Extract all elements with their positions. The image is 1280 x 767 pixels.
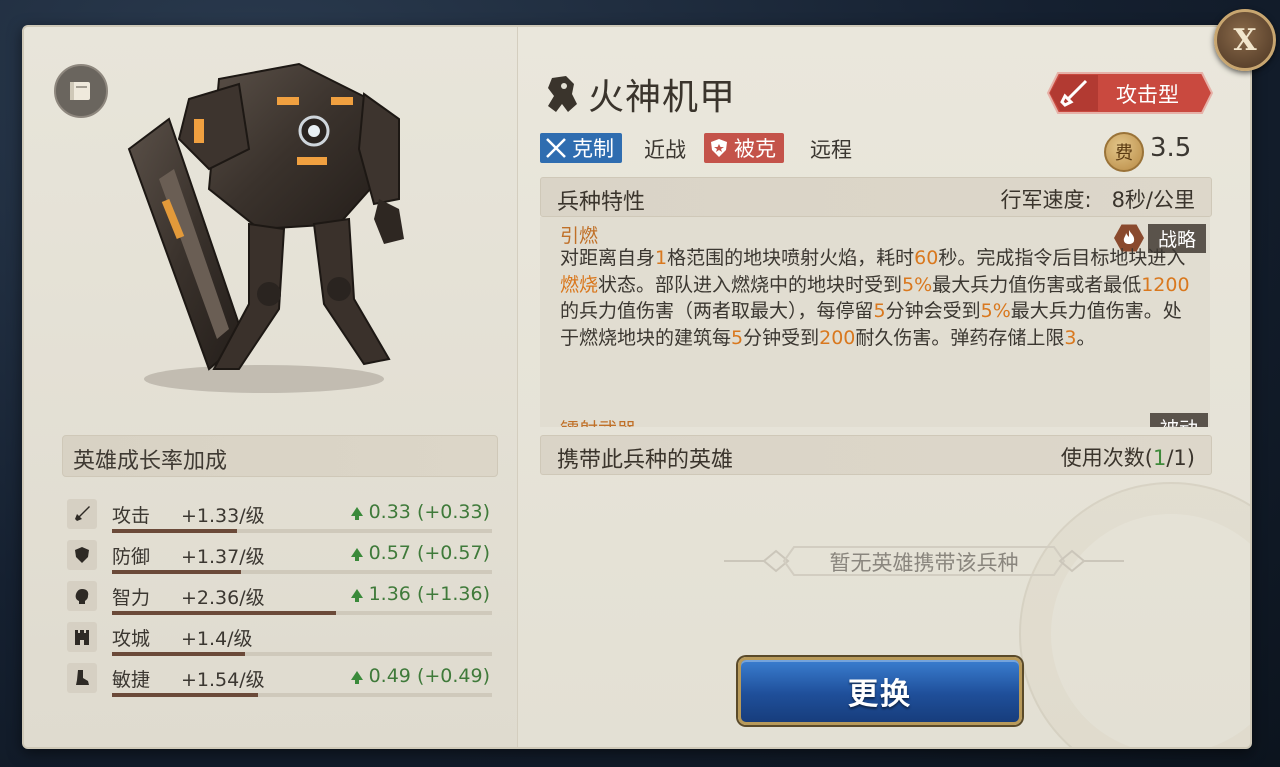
unit-title: 火神机甲	[544, 69, 736, 119]
unit-cost: 3.5	[1150, 133, 1192, 163]
stat-bar-fill	[112, 693, 259, 697]
trait-name: 引燃	[560, 225, 599, 247]
empty-heroes-banner: 暂无英雄携带该兵种	[724, 539, 1124, 583]
counters-tag: 克制	[540, 133, 622, 163]
stat-bar-fill	[112, 529, 238, 533]
arrow-up-icon	[350, 506, 363, 520]
usage-count: 使用次数(1/1)	[1061, 442, 1195, 472]
arrow-up-icon	[350, 670, 363, 684]
march-speed: 行军速度: 8秒/公里	[1000, 184, 1195, 214]
unit-info-panel: 英雄成长率加成 攻击 +1.33/级 0.33 (+0.33) 防御 +1.37…	[22, 25, 1252, 749]
usage-total: /1)	[1166, 446, 1195, 470]
stat-row-defense: 防御 +1.37/级 0.57 (+0.57)	[64, 538, 494, 576]
stat-name: 防御	[112, 546, 151, 568]
mech-head-icon	[548, 76, 577, 112]
shield-icon	[711, 139, 727, 157]
stat-bar-track	[112, 652, 492, 656]
trait-description: 对距离自身1格范围的地块喷射火焰，耗时60秒。完成指令后目标地块进入燃烧状态。部…	[560, 247, 1190, 349]
stat-rate: +1.54/级	[181, 669, 265, 691]
stat-bar-fill	[112, 652, 245, 656]
countered-label: 被克	[734, 137, 776, 161]
stat-rate: +1.37/级	[181, 546, 265, 568]
heroes-header-title: 携带此兵种的英雄	[557, 448, 734, 473]
traits-header: 兵种特性 行军速度: 8秒/公里	[540, 177, 1212, 217]
stat-row-attack: 攻击 +1.33/级 0.33 (+0.33)	[64, 497, 494, 535]
stat-gain: 1.36 (+1.36)	[350, 583, 490, 605]
traits-header-title: 兵种特性	[557, 190, 646, 215]
stat-gain: 0.57 (+0.57)	[350, 542, 490, 564]
arrow-up-icon	[350, 547, 363, 561]
arrow-up-icon	[350, 588, 363, 602]
stat-bar-fill	[112, 611, 337, 615]
growth-header: 英雄成长率加成	[62, 435, 498, 477]
stat-gain-value: 1.36 (+1.36)	[368, 583, 490, 605]
counters-label: 克制	[572, 137, 614, 161]
brain-icon	[67, 581, 97, 611]
usage-used: 1	[1152, 446, 1167, 470]
stat-rate: +1.4/级	[181, 628, 253, 650]
usage-label: 使用次数(	[1060, 446, 1153, 470]
replace-button[interactable]: 更换	[738, 657, 1022, 725]
unit-name: 火神机甲	[588, 77, 737, 118]
castle-icon	[67, 622, 97, 652]
stat-row-siege: 攻城 +1.4/级	[64, 620, 494, 658]
growth-header-title: 英雄成长率加成	[73, 449, 228, 474]
empty-heroes-text: 暂无英雄携带该兵种	[829, 551, 1019, 575]
stat-bar-track	[112, 529, 492, 533]
counters-target: 近战	[644, 138, 686, 162]
countered-by: 远程	[810, 138, 852, 162]
stat-gain: 0.49 (+0.49)	[350, 665, 490, 687]
book-icon	[70, 82, 90, 100]
stat-name: 攻城	[112, 628, 151, 650]
trait-name: 镭射武器	[560, 415, 636, 427]
boot-icon	[67, 663, 97, 693]
stat-gain-value: 0.33 (+0.33)	[368, 501, 490, 523]
stat-bar-track	[112, 693, 492, 697]
stat-name: 攻击	[112, 505, 151, 527]
stat-name: 敏捷	[112, 669, 151, 691]
march-speed-label: 行军速度:	[1000, 188, 1092, 212]
stat-bar-fill	[112, 570, 242, 574]
replace-button-label: 更换	[848, 677, 912, 712]
stat-gain-value: 0.57 (+0.57)	[368, 542, 490, 564]
trait-tag: 被动	[1150, 413, 1209, 427]
stat-rate: +1.33/级	[181, 505, 265, 527]
shield-icon	[67, 540, 97, 570]
sword-icon	[67, 499, 97, 529]
unit-type-label: 攻击型	[1116, 83, 1179, 107]
cost-icon: 费	[1104, 132, 1144, 172]
traits-scroll-area[interactable]: 引燃 战略 对距离自身1格范围的地块喷射火焰，耗时60秒。完成指令后目标地块进入…	[540, 217, 1210, 427]
march-speed-value: 8秒/公里	[1111, 188, 1195, 212]
stat-gain: 0.33 (+0.33)	[350, 501, 490, 523]
mech-illustration	[127, 62, 404, 393]
stat-gain-value: 0.49 (+0.49)	[368, 665, 490, 687]
crossed-swords-icon	[546, 138, 566, 158]
stat-bar-track	[112, 570, 492, 574]
heroes-header: 携带此兵种的英雄 使用次数(1/1)	[540, 435, 1212, 475]
stat-row-agility: 敏捷 +1.54/级 0.49 (+0.49)	[64, 661, 494, 699]
left-column: 英雄成长率加成 攻击 +1.33/级 0.33 (+0.33) 防御 +1.37…	[24, 27, 518, 747]
stat-rate: +2.36/级	[181, 587, 265, 609]
stat-row-intelligence: 智力 +2.36/级 1.36 (+1.36)	[64, 579, 494, 617]
close-button[interactable]: X	[1214, 9, 1276, 71]
stat-bar-track	[112, 611, 492, 615]
countered-tag: 被克	[704, 133, 784, 163]
stat-name: 智力	[112, 587, 151, 609]
